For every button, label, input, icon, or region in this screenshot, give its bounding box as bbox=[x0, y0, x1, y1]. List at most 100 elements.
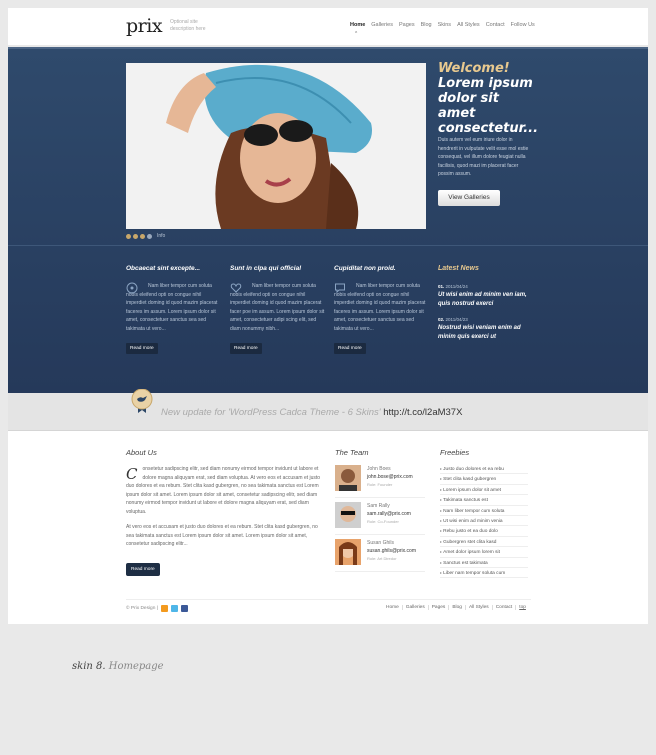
team-member: John Boes john.bose@prix.com Role: Found… bbox=[335, 465, 425, 498]
slide-dot[interactable] bbox=[126, 233, 131, 239]
site-header: prix Optional site description here Home… bbox=[8, 8, 648, 45]
freebie-item[interactable]: Rebu justo et ea duo dolo bbox=[440, 526, 528, 537]
team-title: The Team bbox=[335, 448, 369, 457]
feature-text: Nam liber tempor cum soluta nobis eleife… bbox=[126, 283, 218, 332]
bird-badge-icon bbox=[131, 389, 153, 413]
feature-title: Cupiditat non proid. bbox=[334, 265, 396, 272]
nav-contact[interactable]: Contact bbox=[486, 22, 505, 28]
update-text: New update for 'WordPress Cadca Theme - … bbox=[161, 407, 463, 418]
team-list: John Boes john.bose@prix.com Role: Found… bbox=[335, 465, 425, 576]
member-role: Role: Founder bbox=[367, 482, 393, 487]
rss-icon[interactable] bbox=[160, 605, 168, 612]
nav-home[interactable]: Home bbox=[350, 22, 365, 28]
freebie-item[interactable]: Amet dolor ipsum lorem sit bbox=[440, 547, 528, 558]
feature-text: Nam liber tempor cum soluta nobis eleife… bbox=[230, 283, 325, 332]
tweet-link[interactable]: http://t.co/l2aM37X bbox=[383, 407, 462, 418]
read-more-button[interactable]: Read more bbox=[126, 563, 160, 576]
facebook-icon[interactable] bbox=[180, 605, 188, 612]
view-galleries-button[interactable]: View Galleries bbox=[438, 190, 500, 206]
nav-skins[interactable]: Skins bbox=[438, 22, 451, 28]
team-member: Susan Ghils susan.ghils@prix.com Role: A… bbox=[335, 539, 425, 572]
latest-news: Latest News 01. 2011/04/24 Ut wisi enim … bbox=[438, 265, 533, 350]
member-email[interactable]: susan.ghils@prix.com bbox=[367, 547, 416, 555]
news-title: Latest News bbox=[438, 265, 479, 272]
avatar[interactable] bbox=[335, 502, 361, 528]
nav-all-styles[interactable]: All Styles bbox=[457, 22, 480, 28]
freebie-item[interactable]: Takimata sanctus est bbox=[440, 495, 528, 506]
footer-nav-galleries[interactable]: Galleries bbox=[403, 605, 429, 610]
member-role: Role: Art Diredor bbox=[367, 556, 397, 561]
member-name: John Boes bbox=[367, 466, 391, 472]
freebie-item[interactable]: Liber nam tempor soluta cum bbox=[440, 568, 528, 579]
freebies-title: Freebies bbox=[440, 448, 470, 457]
freebies-list: Justo duo dolores et ea rebu Stet clita … bbox=[440, 464, 528, 579]
chevron-down-icon: ⌃ bbox=[354, 31, 359, 37]
slide-dot[interactable] bbox=[133, 233, 138, 239]
footer-nav-all-styles[interactable]: All Styles bbox=[466, 605, 493, 610]
avatar[interactable] bbox=[335, 465, 361, 491]
footer-nav-home[interactable]: Home bbox=[383, 605, 403, 610]
hero-image[interactable] bbox=[126, 63, 426, 229]
read-more-button[interactable]: Read more bbox=[230, 343, 262, 354]
freebie-item[interactable]: Stet clita kasd gubergren bbox=[440, 474, 528, 485]
divider bbox=[126, 599, 531, 600]
news-date: 02. 2011/04/23 bbox=[438, 317, 468, 322]
hero-section: Info Welcome! Lorem ipsum dolor sit amet… bbox=[8, 47, 648, 393]
freebie-item[interactable]: Justo duo dolores et ea rebu bbox=[440, 464, 528, 475]
footer-nav-contact[interactable]: Contact bbox=[493, 605, 517, 610]
nav-pages[interactable]: Pages bbox=[399, 22, 415, 28]
slide-dot[interactable] bbox=[140, 233, 145, 239]
slider-dots: Info bbox=[126, 233, 165, 239]
member-name: Susan Ghils bbox=[367, 540, 394, 546]
hero-title: Lorem ipsum dolor sit amet consectetur..… bbox=[438, 76, 539, 136]
divider bbox=[8, 47, 648, 49]
footer-nav: Home Galleries Pages Blog All Styles Con… bbox=[383, 605, 529, 610]
member-email[interactable]: sam.rally@prix.com bbox=[367, 510, 411, 518]
comment-icon bbox=[335, 283, 345, 294]
avatar[interactable] bbox=[335, 539, 361, 565]
feature-title: Sunt in clpa qui official bbox=[230, 265, 302, 272]
skin-caption: skin 8. Homepage bbox=[72, 661, 164, 672]
slide-dot[interactable] bbox=[147, 233, 152, 239]
footer-nav-pages[interactable]: Pages bbox=[429, 605, 450, 610]
news-date: 01. 2011/04/24 bbox=[438, 284, 468, 289]
feature-text: Nam liber tempor cum soluta nobis eleife… bbox=[334, 283, 426, 332]
feature-title: Obcaecat sint excepte... bbox=[126, 265, 201, 272]
freebie-item[interactable]: Sanctus est takimata bbox=[440, 558, 528, 568]
member-name: Sam Rally bbox=[367, 503, 390, 509]
freebie-item[interactable]: Nam liber tempor cum soluta bbox=[440, 506, 528, 516]
news-item[interactable]: Ut wisi enim ad minim ven iam, quis nost… bbox=[438, 291, 533, 309]
nav-galleries[interactable]: Galleries bbox=[371, 22, 393, 28]
feature-column: Obcaecat sint excepte... Nam liber tempo… bbox=[126, 265, 221, 354]
feature-column: Sunt in clpa qui official Nam liber temp… bbox=[230, 265, 325, 354]
hero-description: Duis autem vel eum iriure dolor in hendr… bbox=[438, 137, 529, 177]
member-email[interactable]: john.bose@prix.com bbox=[367, 473, 413, 481]
footer-copyright: © Prix Design | bbox=[126, 605, 188, 612]
feature-column: Cupiditat non proid. Nam liber tempor cu… bbox=[334, 265, 429, 354]
back-to-top-link[interactable]: top bbox=[516, 605, 529, 610]
about-title: About Us bbox=[126, 448, 157, 457]
content-section: About Us Consetetur sadipscing elitr, se… bbox=[8, 431, 648, 624]
hero-headline: Welcome! Lorem ipsum dolor sit amet cons… bbox=[438, 61, 538, 136]
welcome-text: Welcome! bbox=[438, 61, 510, 76]
footer-nav-blog[interactable]: Blog bbox=[449, 605, 466, 610]
team-member: Sam Rally sam.rally@prix.com Role: Co-Fo… bbox=[335, 502, 425, 535]
read-more-button[interactable]: Read more bbox=[126, 343, 158, 354]
member-role: Role: Co-Founder bbox=[367, 519, 399, 524]
update-ribbon: New update for 'WordPress Cadca Theme - … bbox=[8, 389, 648, 431]
twitter-icon[interactable] bbox=[170, 605, 178, 612]
freebie-item[interactable]: Lorem ipsum dolor sit amet bbox=[440, 485, 528, 496]
slider-info-link[interactable]: Info bbox=[157, 233, 165, 239]
nav-blog[interactable]: Blog bbox=[421, 22, 432, 28]
nav-follow-us[interactable]: Follow Us bbox=[511, 22, 535, 28]
about-text: Consetetur sadipscing elitr, sed diam no… bbox=[126, 465, 321, 547]
read-more-button[interactable]: Read more bbox=[334, 343, 366, 354]
site-tagline: Optional site description here bbox=[170, 19, 206, 32]
freebie-item[interactable]: Ut wisi enim ad minim venia bbox=[440, 516, 528, 527]
freebie-item[interactable]: Gubergren stet clita kasd bbox=[440, 537, 528, 548]
news-item[interactable]: Nostrud wisi veniam enim ad minim quis e… bbox=[438, 324, 533, 342]
heart-icon bbox=[230, 283, 242, 293]
main-nav: Home Galleries Pages Blog Skins All Styl… bbox=[350, 22, 541, 28]
site-logo[interactable]: prix bbox=[126, 15, 163, 37]
dropcap: C bbox=[126, 465, 138, 483]
